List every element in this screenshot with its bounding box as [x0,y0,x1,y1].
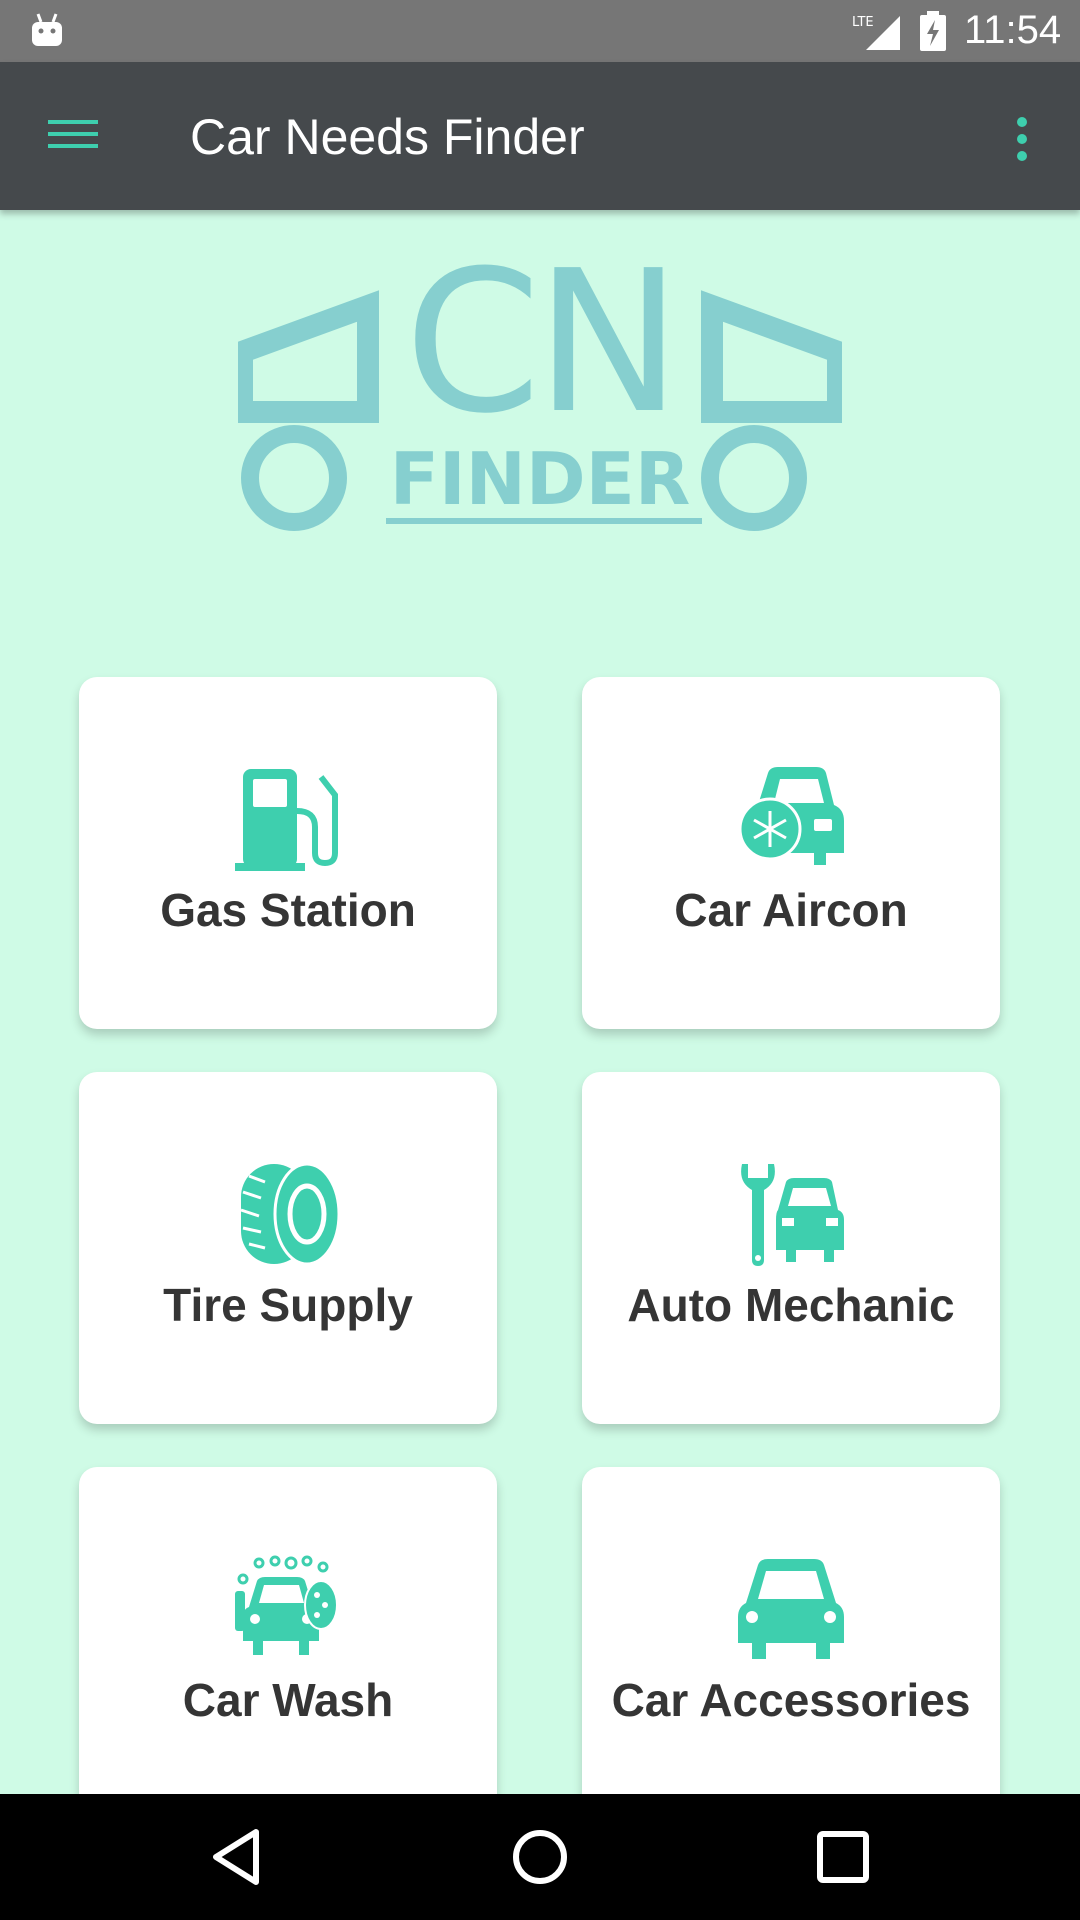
app-title: Car Needs Finder [190,109,585,165]
signal-icon: LTE [852,15,900,50]
navigation-bar [0,1794,1080,1920]
gas-pump-icon [235,769,338,871]
battery-charging-icon [920,11,946,51]
hamburger-menu-icon[interactable] [48,114,98,154]
status-bar: LTE 11:54 [0,0,1080,62]
category-label: Car Accessories [611,1674,971,1726]
car-snowflake-icon [738,767,844,865]
wrench-car-icon [741,1164,844,1266]
back-icon[interactable] [204,1824,270,1890]
cn-finder-logo: CN FINDER [238,262,842,531]
car-icon [738,1559,844,1659]
car-aircon-card[interactable]: Car Aircon [582,677,1000,1029]
tire-icon [240,1162,341,1266]
car-accessories-card[interactable]: Car Accessories [582,1467,1000,1819]
app-bar: Car Needs Finder [0,62,1080,210]
recents-icon[interactable] [810,1824,876,1890]
auto-mechanic-card[interactable]: Auto Mechanic [582,1072,1000,1424]
status-time: 11:54 [964,8,1062,52]
more-vert-icon[interactable] [1010,114,1034,164]
category-label: Auto Mechanic [627,1279,955,1331]
category-label: Tire Supply [163,1279,413,1331]
category-label: Gas Station [160,884,416,936]
gas-station-card[interactable]: Gas Station [79,677,497,1029]
svg-text:CN: CN [404,262,675,457]
car-wash-icon [235,1555,338,1655]
category-label: Car Wash [182,1674,394,1726]
car-wash-card[interactable]: Car Wash [79,1467,497,1819]
network-label: LTE [852,15,874,30]
tire-supply-card[interactable]: Tire Supply [79,1072,497,1424]
svg-text:FINDER: FINDER [390,437,691,521]
home-icon[interactable] [507,1824,573,1890]
category-label: Car Aircon [674,884,908,936]
android-icon [32,13,62,46]
